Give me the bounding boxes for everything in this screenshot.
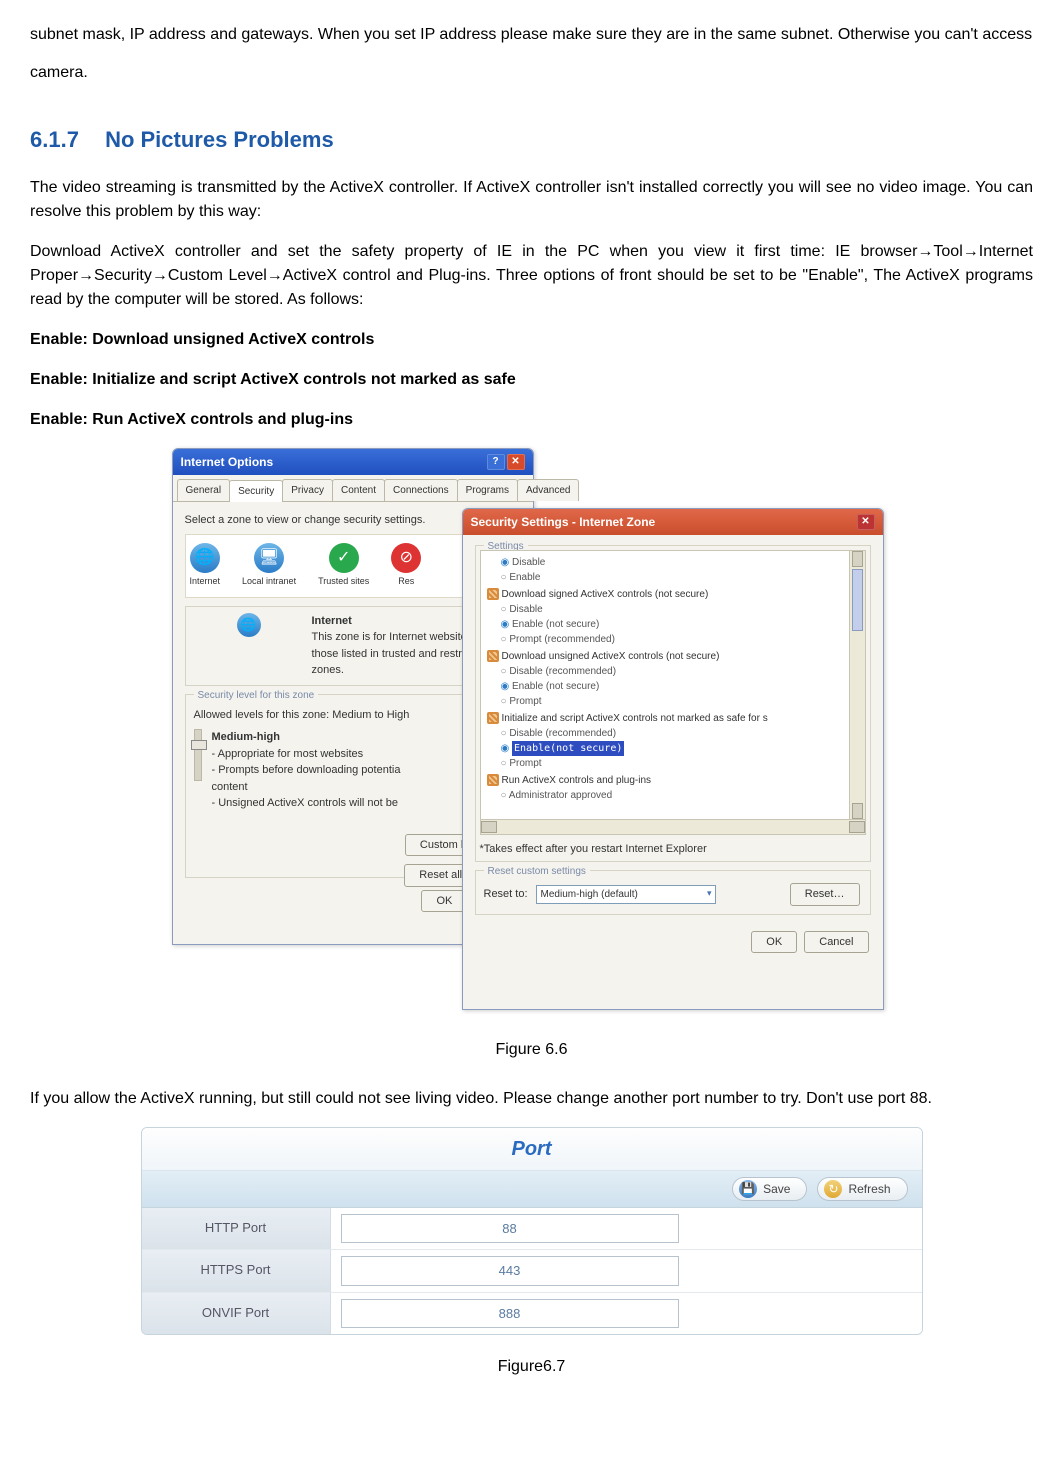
port-label: HTTP Port — [142, 1208, 331, 1250]
settings-list[interactable]: Disable Enable Download signed ActiveX c… — [480, 550, 866, 820]
restricted-icon: ⊘ — [391, 543, 421, 573]
list-heading: Download unsigned ActiveX controls (not … — [487, 649, 863, 664]
scrollbar-horizontal[interactable] — [480, 820, 866, 835]
refresh-icon: ↻ — [824, 1180, 842, 1198]
paragraph: If you allow the ActiveX running, but st… — [30, 1087, 1033, 1111]
figure-6-6: Internet Options ? ✕ General Security Pr… — [30, 448, 1033, 1018]
port-label: ONVIF Port — [142, 1293, 331, 1335]
intro-fragment: subnet mask, IP address and gateways. Wh… — [30, 16, 1033, 93]
http-port-input[interactable]: 88 — [341, 1214, 679, 1244]
level-desc: - Prompts before downloading potentia — [212, 762, 401, 779]
port-title: Port — [142, 1128, 922, 1171]
zone-local-intranet[interactable]: 🖥 Local intranet — [242, 543, 296, 589]
radio-option[interactable]: Prompt (recommended) — [501, 632, 863, 647]
tab-security[interactable]: Security — [229, 480, 283, 502]
activex-icon — [487, 588, 499, 600]
activex-icon — [487, 650, 499, 662]
radio-option[interactable]: Disable — [501, 602, 863, 617]
section-title: No Pictures Problems — [105, 127, 334, 152]
port-panel: Port 💾 Save ↻ Refresh HTTP Port 88 HTTPS… — [141, 1127, 923, 1336]
radio-option[interactable]: Administrator approved — [501, 788, 863, 803]
intranet-icon: 🖥 — [254, 543, 284, 573]
enable-line: Enable: Initialize and script ActiveX co… — [30, 368, 1033, 392]
dialog-title: Internet Options — [181, 453, 274, 471]
security-slider[interactable] — [194, 729, 202, 781]
port-row: HTTP Port 88 — [142, 1208, 922, 1251]
group-title: Security level for this zone — [194, 688, 319, 703]
radio-option[interactable]: Enable — [501, 570, 863, 585]
level-desc: - Unsigned ActiveX controls will not be — [212, 795, 401, 812]
port-label: HTTPS Port — [142, 1250, 331, 1292]
activex-icon — [487, 774, 499, 786]
help-icon[interactable]: ? — [487, 454, 505, 470]
enable-line: Enable: Download unsigned ActiveX contro… — [30, 328, 1033, 352]
enable-line: Enable: Run ActiveX controls and plug-in… — [30, 408, 1033, 432]
radio-option[interactable]: Prompt — [501, 694, 863, 709]
tab-advanced[interactable]: Advanced — [517, 479, 579, 501]
section-heading: 6.1.7 No Pictures Problems — [30, 123, 1033, 156]
level-desc: content — [212, 779, 401, 796]
restart-note: *Takes effect after you restart Internet… — [480, 841, 866, 858]
radio-option[interactable]: Disable (recommended) — [501, 664, 863, 679]
tab-privacy[interactable]: Privacy — [282, 479, 333, 501]
port-toolbar: 💾 Save ↻ Refresh — [142, 1171, 922, 1208]
paragraph: Download ActiveX controller and set the … — [30, 240, 1033, 312]
close-icon[interactable]: ✕ — [507, 454, 525, 470]
radio-option-selected[interactable]: ◉ Enable(not secure) — [501, 741, 863, 756]
paragraph: The video streaming is transmitted by th… — [30, 176, 1033, 224]
save-button[interactable]: 💾 Save — [732, 1177, 807, 1201]
save-icon: 💾 — [739, 1180, 757, 1198]
zone-trusted[interactable]: ✓ Trusted sites — [318, 543, 369, 589]
radio-option[interactable]: Disable (recommended) — [501, 726, 863, 741]
zone-restricted[interactable]: ⊘ Res — [391, 543, 421, 589]
close-icon[interactable]: ✕ — [857, 514, 875, 530]
onvif-port-input[interactable]: 888 — [341, 1299, 679, 1329]
figure-6-7: Port 💾 Save ↻ Refresh HTTP Port 88 HTTPS… — [30, 1127, 1033, 1336]
radio-option[interactable]: Enable (not secure) — [501, 679, 863, 694]
reset-button[interactable]: Reset… — [790, 883, 860, 906]
globe-icon: 🌐 — [237, 613, 261, 637]
tab-content[interactable]: Content — [332, 479, 385, 501]
zone-internet[interactable]: 🌐 Internet — [190, 543, 221, 589]
figure-caption: Figure6.7 — [30, 1355, 1033, 1379]
settings-group: Settings Disable Enable Download signed … — [475, 545, 871, 863]
refresh-button[interactable]: ↻ Refresh — [817, 1177, 907, 1201]
ok-button[interactable]: OK — [421, 890, 467, 913]
figure-caption: Figure 6.6 — [30, 1038, 1033, 1062]
activex-icon — [487, 712, 499, 724]
radio-option[interactable]: Prompt — [501, 756, 863, 771]
ok-button[interactable]: OK — [751, 931, 797, 954]
reset-group: Reset custom settings Reset to: Medium-h… — [475, 870, 871, 915]
group-title: Reset custom settings — [484, 864, 590, 879]
titlebar: Security Settings - Internet Zone ✕ — [463, 509, 883, 535]
list-heading: Run ActiveX controls and plug-ins — [487, 773, 863, 788]
port-row: ONVIF Port 888 — [142, 1293, 922, 1335]
cancel-button[interactable]: Cancel — [804, 931, 868, 954]
level-desc: - Appropriate for most websites — [212, 746, 401, 763]
globe-icon: 🌐 — [190, 543, 220, 573]
radio-option[interactable]: Disable — [501, 555, 863, 570]
radio-option[interactable]: Enable (not secure) — [501, 617, 863, 632]
reset-to-select[interactable]: Medium-high (default) — [536, 885, 716, 904]
reset-to-label: Reset to: — [484, 886, 528, 903]
tab-connections[interactable]: Connections — [384, 479, 458, 501]
tab-programs[interactable]: Programs — [457, 479, 518, 501]
section-number: 6.1.7 — [30, 127, 79, 152]
tab-strip: General Security Privacy Content Connect… — [173, 475, 533, 502]
https-port-input[interactable]: 443 — [341, 1256, 679, 1286]
security-settings-dialog: Security Settings - Internet Zone ✕ Sett… — [462, 508, 884, 1010]
titlebar: Internet Options ? ✕ — [173, 449, 533, 475]
tab-general[interactable]: General — [177, 479, 231, 501]
level-name: Medium-high — [212, 729, 401, 746]
port-row: HTTPS Port 443 — [142, 1250, 922, 1293]
list-heading: Download signed ActiveX controls (not se… — [487, 587, 863, 602]
list-heading: Initialize and script ActiveX controls n… — [487, 711, 863, 726]
check-icon: ✓ — [329, 543, 359, 573]
dialog-title: Security Settings - Internet Zone — [471, 513, 656, 531]
